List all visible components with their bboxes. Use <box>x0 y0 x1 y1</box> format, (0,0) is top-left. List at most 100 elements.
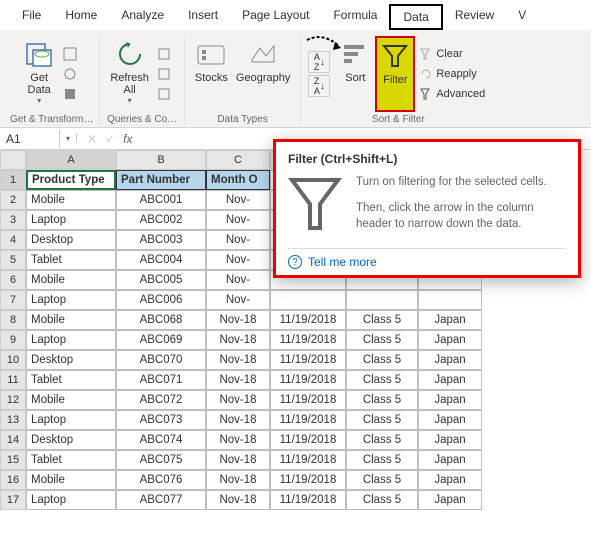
row-header[interactable]: 14 <box>0 430 26 450</box>
cell[interactable]: Nov- <box>206 190 270 210</box>
cell[interactable]: Class 5 <box>346 430 418 450</box>
cell[interactable]: Month O <box>206 170 270 190</box>
fx-button[interactable]: fx <box>123 132 132 146</box>
cell[interactable]: Tablet <box>26 250 116 270</box>
tell-me-more-link[interactable]: ? Tell me more <box>288 248 566 269</box>
cell[interactable]: Part Number <box>116 170 206 190</box>
cell[interactable]: Nov-18 <box>206 330 270 350</box>
cell[interactable]: ABC071 <box>116 370 206 390</box>
row-header[interactable]: 3 <box>0 210 26 230</box>
col-header-c[interactable]: C <box>206 150 270 170</box>
cell[interactable]: Nov- <box>206 290 270 310</box>
cell[interactable]: Nov-18 <box>206 370 270 390</box>
cell[interactable]: Desktop <box>26 350 116 370</box>
name-box[interactable]: A1 <box>0 130 60 148</box>
cell[interactable]: Nov- <box>206 250 270 270</box>
cell[interactable]: Class 5 <box>346 310 418 330</box>
reapply-button[interactable]: Reapply <box>415 64 489 84</box>
cell[interactable]: Laptop <box>26 410 116 430</box>
cell[interactable]: 11/19/2018 <box>270 450 346 470</box>
cell[interactable]: 11/19/2018 <box>270 370 346 390</box>
cell[interactable]: 11/19/2018 <box>270 390 346 410</box>
cell[interactable]: 11/19/2018 <box>270 410 346 430</box>
row-header[interactable]: 6 <box>0 270 26 290</box>
stocks-button[interactable]: Stocks <box>191 36 232 112</box>
cell[interactable]: ABC002 <box>116 210 206 230</box>
cell[interactable]: ABC069 <box>116 330 206 350</box>
tab-formula[interactable]: Formula <box>321 4 389 30</box>
cell[interactable]: Japan <box>418 430 482 450</box>
row-header[interactable]: 10 <box>0 350 26 370</box>
cell[interactable]: Nov- <box>206 210 270 230</box>
cell[interactable]: Class 5 <box>346 390 418 410</box>
cell[interactable]: Nov-18 <box>206 410 270 430</box>
cell[interactable]: Nov-18 <box>206 350 270 370</box>
sort-button[interactable]: Sort <box>335 36 375 112</box>
cell[interactable]: Japan <box>418 470 482 490</box>
cell[interactable] <box>418 290 482 310</box>
cell[interactable]: Japan <box>418 350 482 370</box>
cell[interactable]: Desktop <box>26 230 116 250</box>
cell[interactable]: ABC075 <box>116 450 206 470</box>
cancel-icon[interactable]: ✕ <box>87 132 97 146</box>
row-header[interactable]: 7 <box>0 290 26 310</box>
row-header[interactable]: 13 <box>0 410 26 430</box>
from-web-button[interactable] <box>59 64 84 84</box>
cell[interactable]: ABC003 <box>116 230 206 250</box>
cell[interactable]: 11/19/2018 <box>270 470 346 490</box>
tab-review[interactable]: Review <box>443 4 506 30</box>
tab-view[interactable]: V <box>506 4 538 30</box>
cell[interactable]: Japan <box>418 310 482 330</box>
tab-page-layout[interactable]: Page Layout <box>230 4 321 30</box>
cell[interactable]: ABC006 <box>116 290 206 310</box>
cell[interactable]: Nov-18 <box>206 490 270 510</box>
cell[interactable]: 11/19/2018 <box>270 490 346 510</box>
cell[interactable]: Laptop <box>26 210 116 230</box>
cell[interactable]: Class 5 <box>346 330 418 350</box>
row-header[interactable]: 5 <box>0 250 26 270</box>
cell[interactable]: Japan <box>418 390 482 410</box>
cell[interactable]: ABC070 <box>116 350 206 370</box>
filter-button[interactable]: Filter <box>375 36 415 112</box>
refresh-all-button[interactable]: Refresh All ▾ <box>106 36 153 112</box>
sort-za-button[interactable]: ZA↓ <box>308 75 330 97</box>
cell[interactable]: Nov- <box>206 270 270 290</box>
enter-icon[interactable]: ✓ <box>105 132 115 146</box>
cell[interactable]: ABC004 <box>116 250 206 270</box>
edit-links-button[interactable] <box>153 84 178 104</box>
cell[interactable]: Class 5 <box>346 490 418 510</box>
tab-file[interactable]: File <box>10 4 53 30</box>
cell[interactable]: Mobile <box>26 310 116 330</box>
cell[interactable]: 11/19/2018 <box>270 330 346 350</box>
cell[interactable] <box>346 290 418 310</box>
cell[interactable]: Mobile <box>26 390 116 410</box>
cell[interactable]: ABC074 <box>116 430 206 450</box>
cell[interactable]: Japan <box>418 410 482 430</box>
cell[interactable]: Desktop <box>26 430 116 450</box>
cell[interactable]: Mobile <box>26 270 116 290</box>
cell[interactable]: Mobile <box>26 470 116 490</box>
cell[interactable] <box>270 290 346 310</box>
row-header[interactable]: 9 <box>0 330 26 350</box>
tab-home[interactable]: Home <box>53 4 109 30</box>
cell[interactable]: Nov-18 <box>206 390 270 410</box>
col-header-a[interactable]: A <box>26 150 116 170</box>
chevron-down-icon[interactable]: ▾ <box>60 134 77 143</box>
clear-button[interactable]: Clear <box>415 44 489 64</box>
properties-button[interactable] <box>153 64 178 84</box>
row-header[interactable]: 15 <box>0 450 26 470</box>
row-header[interactable]: 11 <box>0 370 26 390</box>
row-header[interactable]: 4 <box>0 230 26 250</box>
advanced-button[interactable]: Advanced <box>415 84 489 104</box>
row-header[interactable]: 2 <box>0 190 26 210</box>
tab-insert[interactable]: Insert <box>176 4 230 30</box>
cell[interactable]: Product Type <box>26 170 116 190</box>
cell[interactable]: Class 5 <box>346 470 418 490</box>
from-text-button[interactable] <box>59 44 84 64</box>
cell[interactable]: 11/19/2018 <box>270 310 346 330</box>
cell[interactable]: Class 5 <box>346 410 418 430</box>
cell[interactable]: Japan <box>418 370 482 390</box>
row-header[interactable]: 12 <box>0 390 26 410</box>
cell[interactable]: Japan <box>418 490 482 510</box>
cell[interactable]: Tablet <box>26 370 116 390</box>
